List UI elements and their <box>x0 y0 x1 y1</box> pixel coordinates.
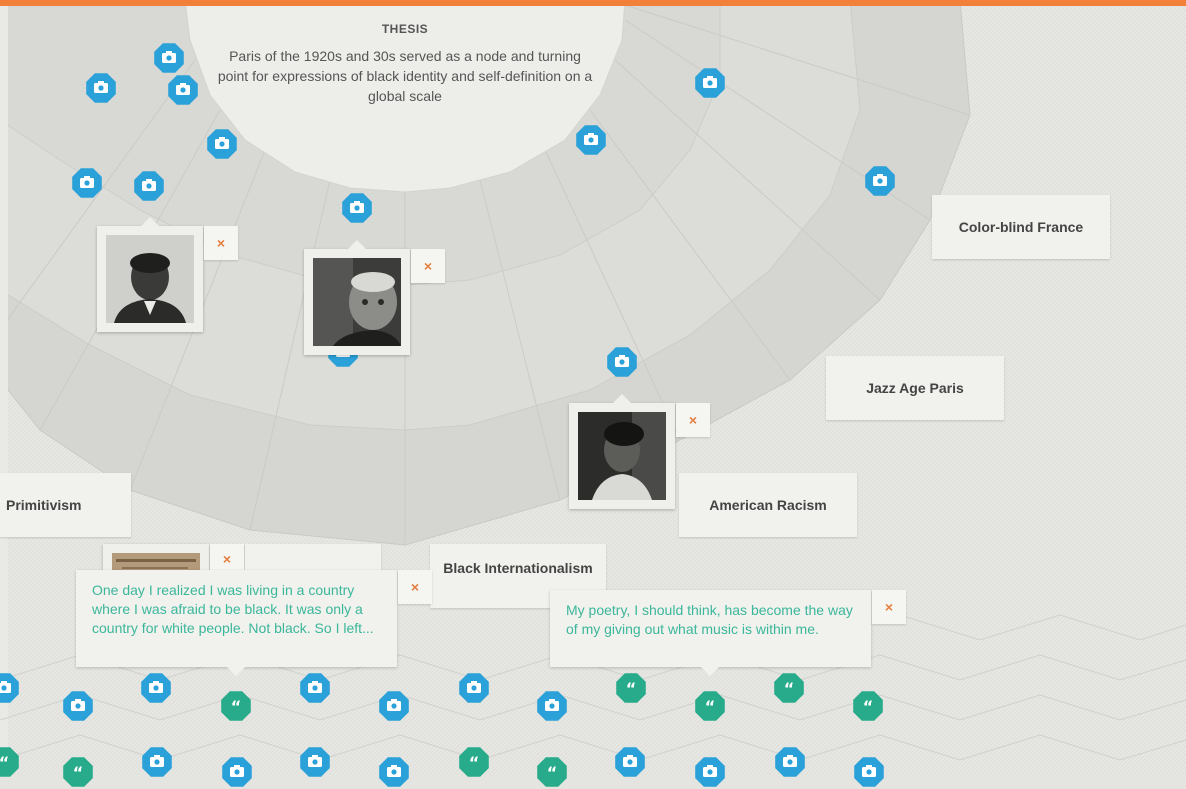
portrait-photo <box>578 412 666 505</box>
thesis-title: THESIS <box>381 22 429 36</box>
quote-icon[interactable]: “ <box>457 745 491 779</box>
photo-card-portrait-man-1[interactable] <box>97 217 203 332</box>
camera-icon[interactable] <box>340 191 374 225</box>
top-accent-bar <box>0 0 1186 6</box>
svg-text:“: “ <box>231 697 242 716</box>
topic-label: Primitivism <box>6 497 82 513</box>
quote-card-left[interactable]: One day I realized I was living in a cou… <box>76 570 397 676</box>
svg-text:“: “ <box>73 763 84 782</box>
svg-text:“: “ <box>705 697 716 716</box>
camera-icon[interactable] <box>605 345 639 379</box>
topic-label: Color-blind France <box>958 219 1084 235</box>
camera-icon[interactable] <box>298 671 332 705</box>
quote-icon[interactable]: “ <box>851 689 885 723</box>
camera-icon[interactable] <box>613 745 647 779</box>
camera-icon[interactable] <box>139 671 173 705</box>
photo-card-portrait-man-2[interactable] <box>304 240 410 355</box>
quote-icon[interactable]: “ <box>614 671 648 705</box>
quote-icon[interactable]: “ <box>0 745 21 779</box>
topic-jazz-age-paris[interactable]: Jazz Age Paris <box>826 356 1004 420</box>
close-icon[interactable]: × <box>872 590 906 624</box>
quote-icon[interactable]: “ <box>535 755 569 789</box>
camera-icon[interactable] <box>852 755 886 789</box>
quote-icon[interactable]: “ <box>693 689 727 723</box>
svg-text:“: “ <box>469 753 480 772</box>
topic-label: Black Internationalism <box>443 560 593 576</box>
topic-primitivism[interactable]: Primitivism <box>0 473 131 537</box>
quote-icon[interactable]: “ <box>772 671 806 705</box>
camera-icon[interactable] <box>457 671 491 705</box>
camera-icon[interactable] <box>773 745 807 779</box>
camera-icon[interactable] <box>693 755 727 789</box>
topic-label: American Racism <box>709 497 827 513</box>
camera-icon[interactable] <box>863 164 897 198</box>
camera-icon[interactable] <box>132 169 166 203</box>
quote-text: My poetry, I should think, has become th… <box>566 602 853 637</box>
quote-card-right[interactable]: My poetry, I should think, has become th… <box>550 590 871 676</box>
topic-color-blind-france[interactable]: Color-blind France <box>932 195 1110 259</box>
close-icon[interactable]: × <box>204 226 238 260</box>
camera-icon[interactable] <box>70 166 104 200</box>
camera-icon[interactable] <box>0 671 21 705</box>
camera-icon[interactable] <box>377 689 411 723</box>
camera-icon[interactable] <box>166 73 200 107</box>
camera-icon[interactable] <box>61 689 95 723</box>
camera-icon[interactable] <box>535 689 569 723</box>
camera-icon[interactable] <box>298 745 332 779</box>
portrait-photo <box>313 258 401 351</box>
svg-text:“: “ <box>626 679 637 698</box>
portrait-photo <box>106 235 194 328</box>
svg-text:“: “ <box>547 763 558 782</box>
svg-text:“: “ <box>784 679 795 698</box>
close-icon[interactable]: × <box>398 570 432 604</box>
camera-icon[interactable] <box>693 66 727 100</box>
camera-icon[interactable] <box>205 127 239 161</box>
camera-icon[interactable] <box>574 123 608 157</box>
thesis-text: Paris of the 1920s and 30s served as a n… <box>217 48 593 104</box>
camera-icon[interactable] <box>377 755 411 789</box>
svg-text:“: “ <box>863 697 874 716</box>
topic-american-racism[interactable]: American Racism <box>679 473 857 537</box>
camera-icon[interactable] <box>84 71 118 105</box>
quote-icon[interactable]: “ <box>219 689 253 723</box>
camera-icon[interactable] <box>140 745 174 779</box>
topic-label: Jazz Age Paris <box>866 380 964 396</box>
photo-card-portrait-woman[interactable] <box>569 394 675 509</box>
quote-text: One day I realized I was living in a cou… <box>92 582 374 636</box>
camera-icon[interactable] <box>152 41 186 75</box>
quote-icon[interactable]: “ <box>61 755 95 789</box>
camera-icon[interactable] <box>220 755 254 789</box>
close-icon[interactable]: × <box>676 403 710 437</box>
svg-text:“: “ <box>0 753 9 772</box>
close-icon[interactable]: × <box>411 249 445 283</box>
